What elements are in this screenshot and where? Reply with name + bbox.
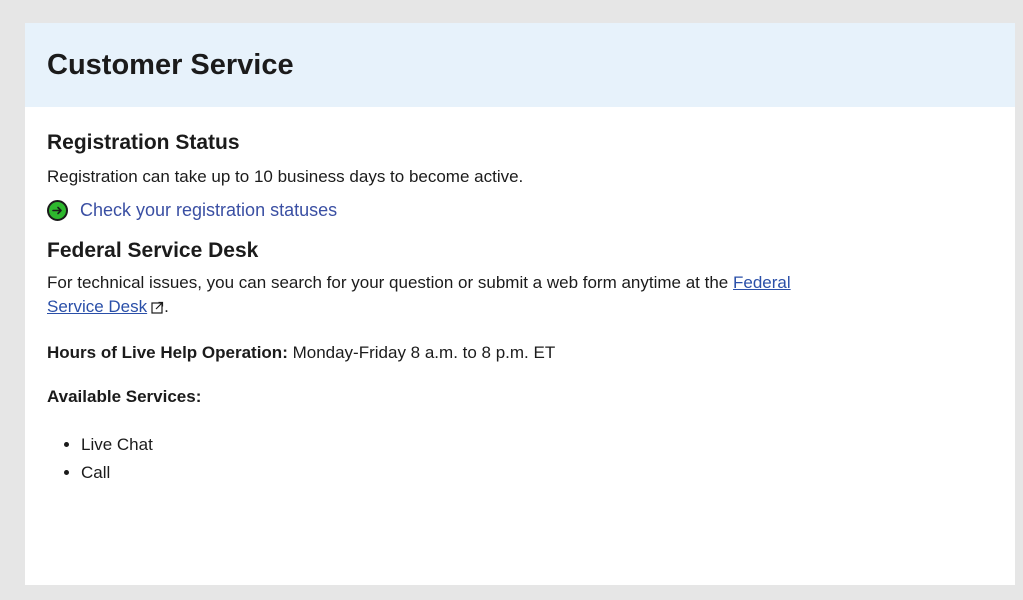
- check-registration-row: Check your registration statuses: [47, 200, 993, 221]
- card-body: Registration Status Registration can tak…: [25, 107, 1015, 487]
- federal-service-desk-text: For technical issues, you can search for…: [47, 271, 847, 321]
- arrow-right-circle-icon[interactable]: [47, 200, 68, 221]
- card-title: Customer Service: [47, 48, 294, 81]
- available-services-label: Available Services:: [47, 387, 202, 406]
- federal-service-desk-heading: Federal Service Desk: [47, 239, 259, 262]
- customer-service-card: Customer Service Registration Status Reg…: [25, 23, 1015, 585]
- external-link-icon[interactable]: [151, 297, 164, 321]
- service-item-live-chat: Live Chat: [81, 431, 993, 459]
- hours-value: Monday-Friday 8 a.m. to 8 p.m. ET: [287, 343, 556, 362]
- hours-of-operation: Hours of Live Help Operation: Monday-Fri…: [47, 341, 993, 365]
- card-header: Customer Service: [25, 23, 1015, 107]
- registration-status-text: Registration can take up to 10 business …: [47, 167, 524, 186]
- hours-label: Hours of Live Help Operation:: [47, 343, 288, 362]
- check-registration-status-link[interactable]: Check your registration statuses: [80, 200, 337, 221]
- fsd-text-before: For technical issues, you can search for…: [47, 273, 733, 292]
- fsd-text-after: .: [164, 297, 169, 316]
- registration-status-heading: Registration Status: [47, 131, 240, 154]
- services-list: Live Chat Call: [47, 431, 993, 487]
- service-item-call: Call: [81, 459, 993, 487]
